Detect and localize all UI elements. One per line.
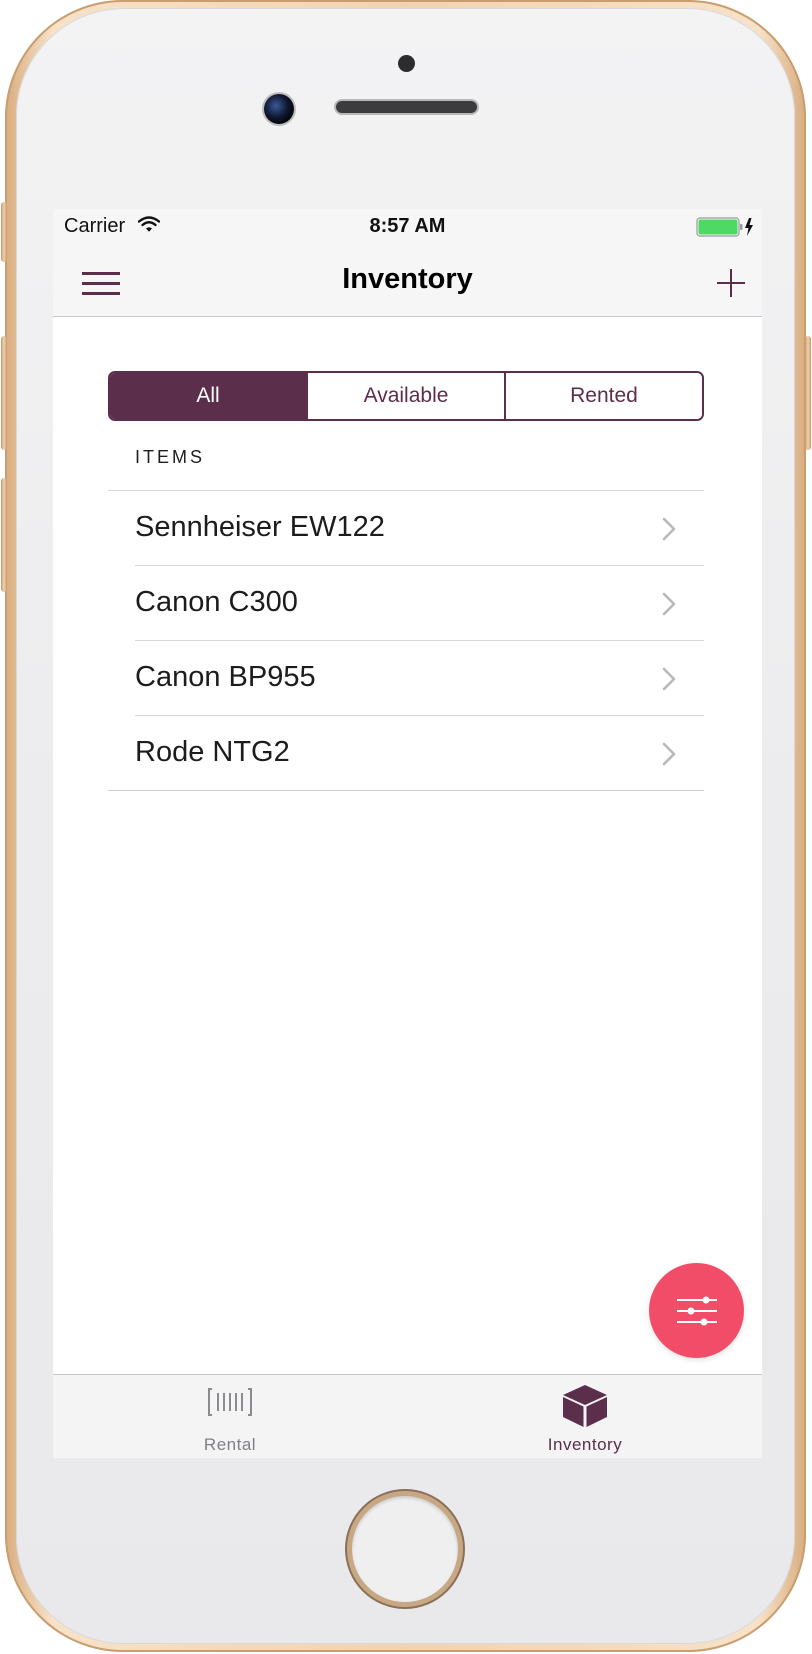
home-button[interactable] [352, 1496, 458, 1602]
tab-bar: Rental Inventory [53, 1374, 762, 1458]
mute-switch [1, 202, 7, 262]
item-label: Rode NTG2 [135, 736, 290, 768]
plus-icon[interactable] [715, 267, 747, 299]
navigation-bar: Inventory [53, 249, 762, 317]
earpiece-speaker [336, 101, 477, 113]
tab-inventory[interactable]: Inventory [408, 1375, 762, 1458]
status-bar: Carrier 8:57 AM [53, 209, 762, 249]
filter-sliders-icon [677, 1296, 717, 1326]
tab-label: Rental [203, 1435, 257, 1454]
chevron-right-icon [662, 667, 676, 691]
item-label: Sennheiser EW122 [135, 511, 385, 543]
chevron-right-icon [662, 592, 676, 616]
list-item[interactable]: Canon BP955 [108, 640, 704, 716]
box-icon [563, 1385, 607, 1427]
front-camera-icon [264, 94, 294, 124]
charging-bolt-icon [745, 218, 753, 236]
list-item[interactable]: Rode NTG2 [108, 715, 704, 791]
segment-all[interactable]: All [110, 373, 306, 419]
items-section-header: ITEMS [135, 447, 206, 467]
segment-rented[interactable]: Rented [504, 373, 702, 419]
barcode-icon [208, 1388, 252, 1416]
power-button [805, 336, 811, 450]
clock: 8:57 AM [369, 215, 446, 237]
item-label: Canon C300 [135, 586, 298, 618]
battery-icon [696, 217, 753, 237]
app-screen: Carrier 8:57 AM Inventory All Available … [53, 209, 762, 1458]
list-item[interactable]: Canon C300 [108, 565, 704, 641]
tab-rental[interactable]: Rental [53, 1375, 407, 1458]
filter-segmented-control: All Available Rented [108, 371, 704, 421]
item-label: Canon BP955 [135, 661, 316, 693]
chevron-right-icon [662, 742, 676, 766]
segment-available[interactable]: Available [306, 373, 504, 419]
proximity-sensor [398, 55, 415, 72]
list-item[interactable]: Sennheiser EW122 [108, 491, 704, 566]
filter-fab-button[interactable] [649, 1263, 744, 1358]
items-list: Sennheiser EW122 Canon C300 Canon BP955 … [108, 490, 704, 791]
volume-up-button [1, 336, 7, 450]
tab-label: Inventory [547, 1435, 623, 1454]
volume-down-button [1, 478, 7, 592]
chevron-right-icon [662, 517, 676, 541]
page-title: Inventory [342, 263, 473, 295]
